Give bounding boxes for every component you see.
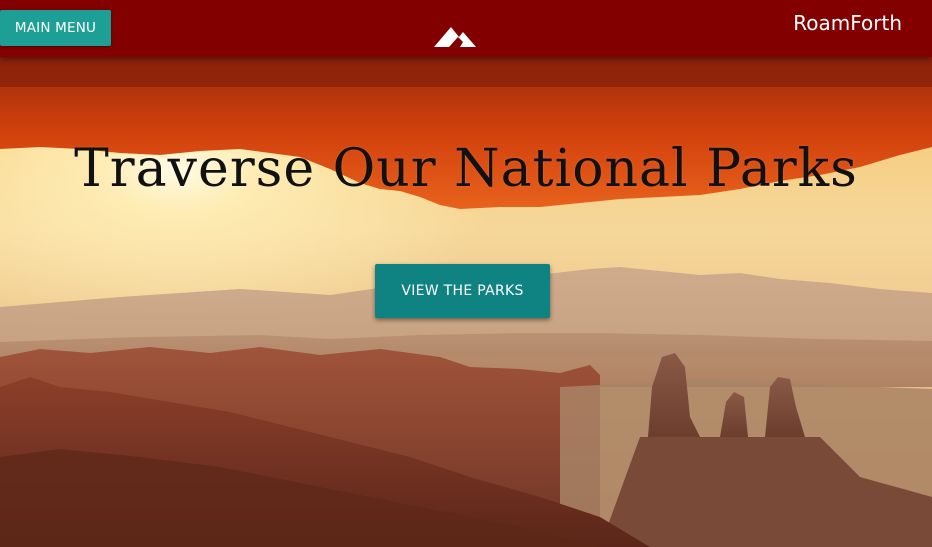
brand-name[interactable]: RoamForth xyxy=(793,11,902,35)
mountain-logo-icon[interactable] xyxy=(434,25,476,47)
main-menu-button[interactable]: MAIN MENU xyxy=(0,10,111,46)
hero-headline: Traverse Our National Parks xyxy=(74,139,858,199)
view-parks-button[interactable]: VIEW THE PARKS xyxy=(375,264,550,318)
page: MAIN MENU RoamForth Traverse Our Nationa… xyxy=(0,0,932,547)
top-navigation-bar: MAIN MENU RoamForth xyxy=(0,0,932,57)
hero-section: Traverse Our National Parks VIEW THE PAR… xyxy=(0,57,932,547)
